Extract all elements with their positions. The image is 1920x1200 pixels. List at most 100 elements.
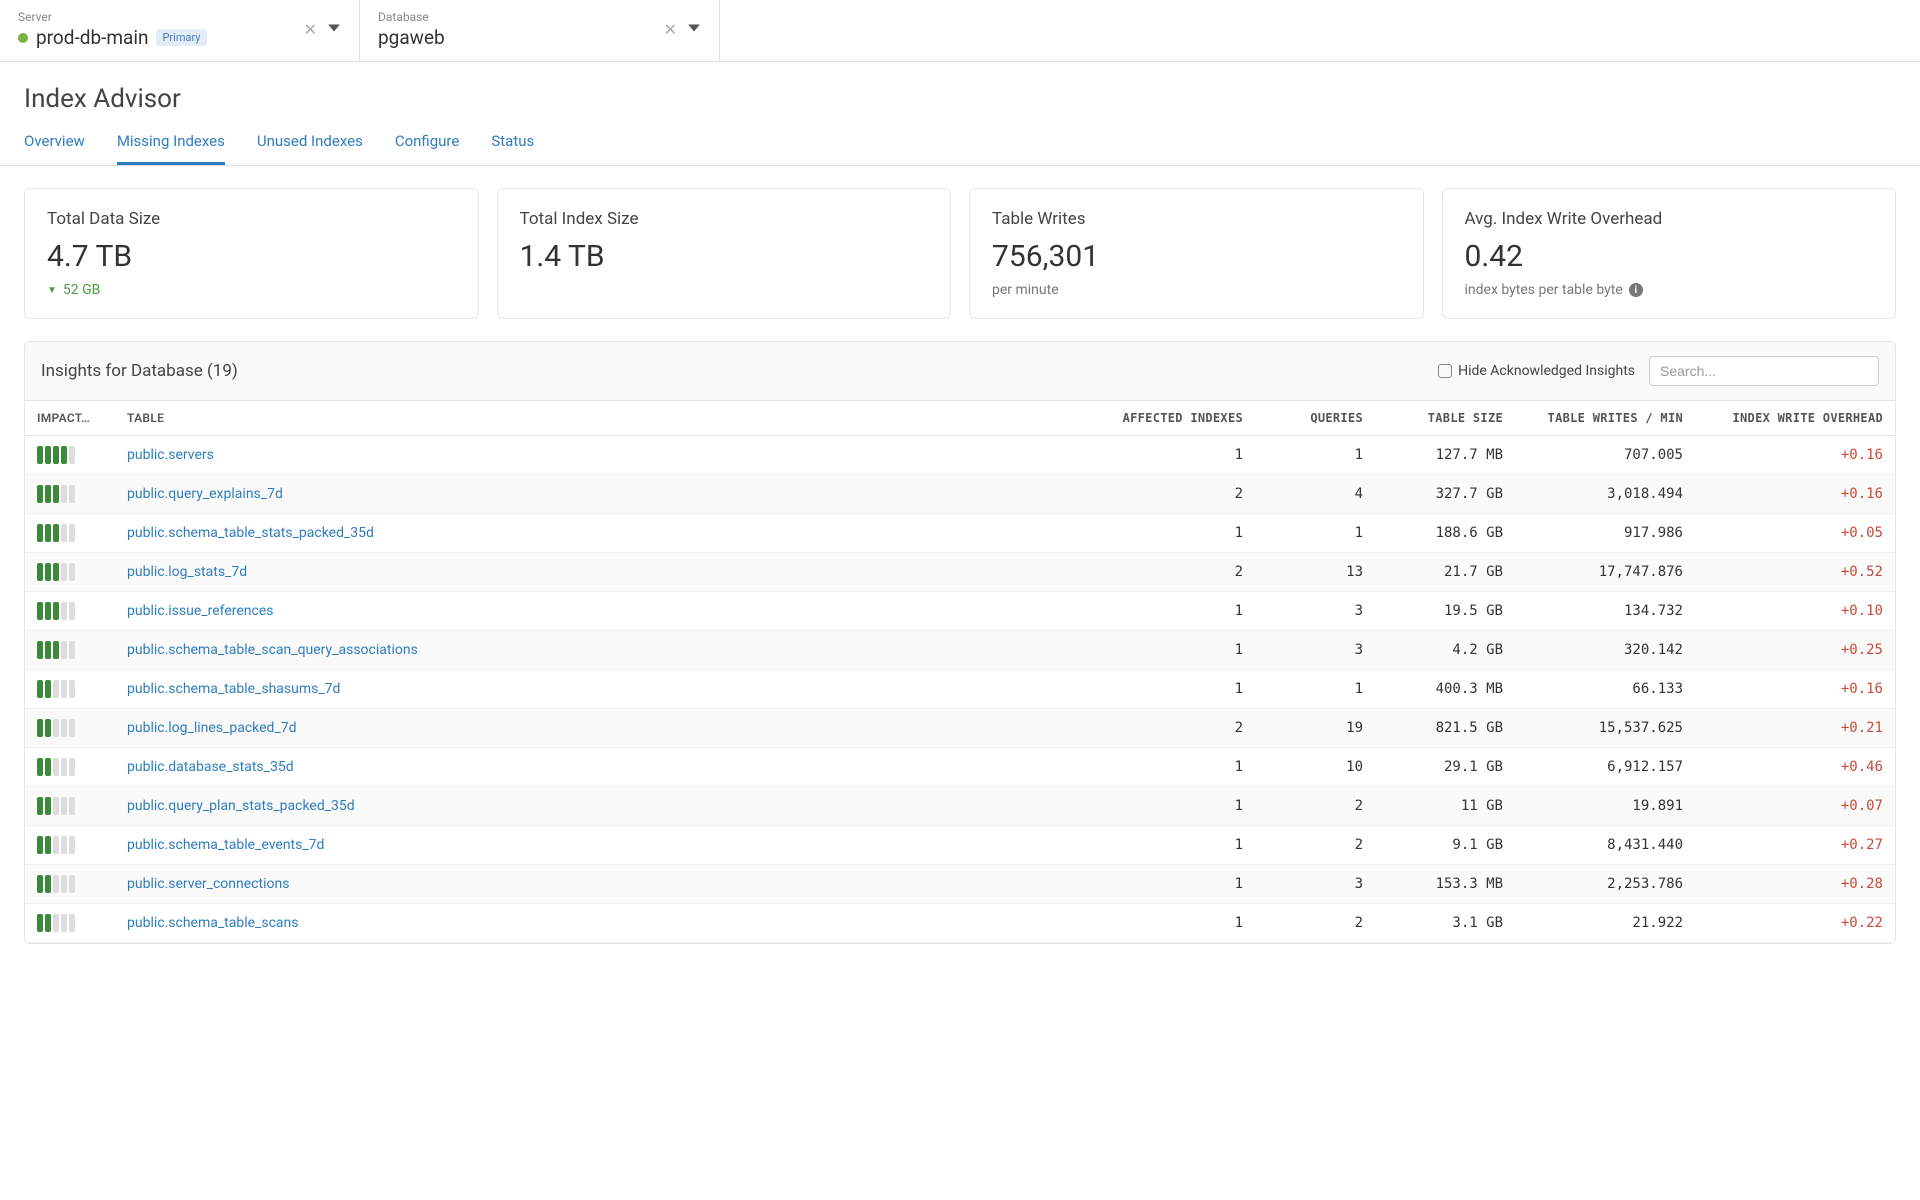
insights-title: Insights for Database (19) xyxy=(41,361,238,381)
table-link[interactable]: public.log_lines_packed_7d xyxy=(127,720,297,736)
impact-bar-icon xyxy=(37,797,43,815)
server-dropdown-icon[interactable] xyxy=(327,21,341,38)
server-selector[interactable]: Server prod-db-main Primary ✕ xyxy=(0,0,360,61)
affected-indexes: 1 xyxy=(1095,592,1255,631)
clear-database-icon[interactable]: ✕ xyxy=(664,20,677,39)
table-link[interactable]: public.query_explains_7d xyxy=(127,486,283,502)
queries-count: 19 xyxy=(1255,709,1375,748)
table-row[interactable]: public.schema_table_scans123.1 GB21.922+… xyxy=(25,904,1895,943)
server-value: prod-db-main xyxy=(36,26,148,49)
table-row[interactable]: public.server_connections13153.3 MB2,253… xyxy=(25,865,1895,904)
table-size: 188.6 GB xyxy=(1375,514,1515,553)
col-affected[interactable]: AFFECTED INDEXES xyxy=(1095,401,1255,436)
table-writes: 917.986 xyxy=(1515,514,1695,553)
insights-panel: Insights for Database (19) Hide Acknowle… xyxy=(24,341,1896,944)
tab-status[interactable]: Status xyxy=(491,132,534,165)
table-link[interactable]: public.schema_table_scans xyxy=(127,915,299,931)
col-impact[interactable]: IMPACT… xyxy=(25,401,115,436)
table-link[interactable]: public.schema_table_events_7d xyxy=(127,837,324,853)
index-write-overhead: +0.52 xyxy=(1841,564,1883,580)
table-size: 3.1 GB xyxy=(1375,904,1515,943)
impact-bar-icon xyxy=(37,914,43,932)
table-row[interactable]: public.schema_table_scan_query_associati… xyxy=(25,631,1895,670)
impact-bar-icon xyxy=(61,485,67,503)
queries-count: 3 xyxy=(1255,865,1375,904)
table-size: 327.7 GB xyxy=(1375,475,1515,514)
impact-bar-icon xyxy=(53,524,59,542)
col-table[interactable]: TABLE xyxy=(115,401,1095,436)
database-selector[interactable]: Database pgaweb ✕ xyxy=(360,0,720,61)
table-writes: 19.891 xyxy=(1515,787,1695,826)
caret-down-icon: ▼ xyxy=(47,285,57,296)
page-title: Index Advisor xyxy=(24,84,1896,114)
tab-missing-indexes[interactable]: Missing Indexes xyxy=(117,132,225,165)
col-overhead[interactable]: INDEX WRITE OVERHEAD xyxy=(1695,401,1895,436)
search-input[interactable] xyxy=(1649,356,1879,386)
impact-indicator xyxy=(37,485,103,503)
table-writes: 21.922 xyxy=(1515,904,1695,943)
stat-label: Table Writes xyxy=(992,209,1401,229)
impact-bar-icon xyxy=(37,563,43,581)
table-writes: 3,018.494 xyxy=(1515,475,1695,514)
queries-count: 13 xyxy=(1255,553,1375,592)
table-link[interactable]: public.log_stats_7d xyxy=(127,564,247,580)
tab-overview[interactable]: Overview xyxy=(24,132,85,165)
stat-label: Avg. Index Write Overhead xyxy=(1465,209,1874,229)
table-size: 400.3 MB xyxy=(1375,670,1515,709)
affected-indexes: 1 xyxy=(1095,865,1255,904)
info-icon[interactable]: i xyxy=(1629,283,1643,297)
impact-bar-icon xyxy=(53,446,59,464)
impact-bar-icon xyxy=(69,641,75,659)
table-row[interactable]: public.schema_table_events_7d129.1 GB8,4… xyxy=(25,826,1895,865)
table-row[interactable]: public.issue_references1319.5 GB134.732+… xyxy=(25,592,1895,631)
clear-server-icon[interactable]: ✕ xyxy=(304,20,317,39)
table-row[interactable]: public.query_plan_stats_packed_35d1211 G… xyxy=(25,787,1895,826)
impact-bar-icon xyxy=(69,680,75,698)
table-link[interactable]: public.schema_table_scan_query_associati… xyxy=(127,642,418,658)
col-size[interactable]: TABLE SIZE xyxy=(1375,401,1515,436)
stat-label: Total Index Size xyxy=(520,209,929,229)
impact-bar-icon xyxy=(45,524,51,542)
impact-bar-icon xyxy=(53,719,59,737)
table-link[interactable]: public.issue_references xyxy=(127,603,274,619)
impact-indicator xyxy=(37,641,103,659)
affected-indexes: 1 xyxy=(1095,631,1255,670)
tab-configure[interactable]: Configure xyxy=(395,132,460,165)
stat-sub: per minute xyxy=(992,282,1401,298)
table-row[interactable]: public.log_stats_7d21321.7 GB17,747.876+… xyxy=(25,553,1895,592)
table-row[interactable]: public.schema_table_stats_packed_35d1118… xyxy=(25,514,1895,553)
affected-indexes: 2 xyxy=(1095,709,1255,748)
index-write-overhead: +0.16 xyxy=(1841,486,1883,502)
table-row[interactable]: public.schema_table_shasums_7d11400.3 MB… xyxy=(25,670,1895,709)
database-dropdown-icon[interactable] xyxy=(687,21,701,38)
stat-card: Avg. Index Write Overhead0.42index bytes… xyxy=(1442,188,1897,319)
table-size: 4.2 GB xyxy=(1375,631,1515,670)
impact-bar-icon xyxy=(37,602,43,620)
table-writes: 320.142 xyxy=(1515,631,1695,670)
hide-acknowledged-checkbox[interactable]: Hide Acknowledged Insights xyxy=(1438,363,1635,379)
impact-bar-icon xyxy=(37,836,43,854)
table-row[interactable]: public.query_explains_7d24327.7 GB3,018.… xyxy=(25,475,1895,514)
table-link[interactable]: public.schema_table_shasums_7d xyxy=(127,681,340,697)
database-value: pgaweb xyxy=(378,26,445,49)
table-link[interactable]: public.database_stats_35d xyxy=(127,759,294,775)
col-queries[interactable]: QUERIES xyxy=(1255,401,1375,436)
tab-unused-indexes[interactable]: Unused Indexes xyxy=(257,132,363,165)
table-row[interactable]: public.servers11127.7 MB707.005+0.16 xyxy=(25,436,1895,475)
impact-bar-icon xyxy=(69,875,75,893)
table-row[interactable]: public.log_lines_packed_7d219821.5 GB15,… xyxy=(25,709,1895,748)
table-writes: 6,912.157 xyxy=(1515,748,1695,787)
table-row[interactable]: public.database_stats_35d11029.1 GB6,912… xyxy=(25,748,1895,787)
table-link[interactable]: public.servers xyxy=(127,447,214,463)
stat-delta: ▼52 GB xyxy=(47,282,456,298)
table-size: 19.5 GB xyxy=(1375,592,1515,631)
impact-bar-icon xyxy=(45,641,51,659)
impact-bar-icon xyxy=(69,602,75,620)
index-write-overhead: +0.22 xyxy=(1841,915,1883,931)
table-link[interactable]: public.schema_table_stats_packed_35d xyxy=(127,525,374,541)
impact-bar-icon xyxy=(37,446,43,464)
table-link[interactable]: public.server_connections xyxy=(127,876,289,892)
impact-indicator xyxy=(37,758,103,776)
table-link[interactable]: public.query_plan_stats_packed_35d xyxy=(127,798,355,814)
col-writes[interactable]: TABLE WRITES / MIN xyxy=(1515,401,1695,436)
